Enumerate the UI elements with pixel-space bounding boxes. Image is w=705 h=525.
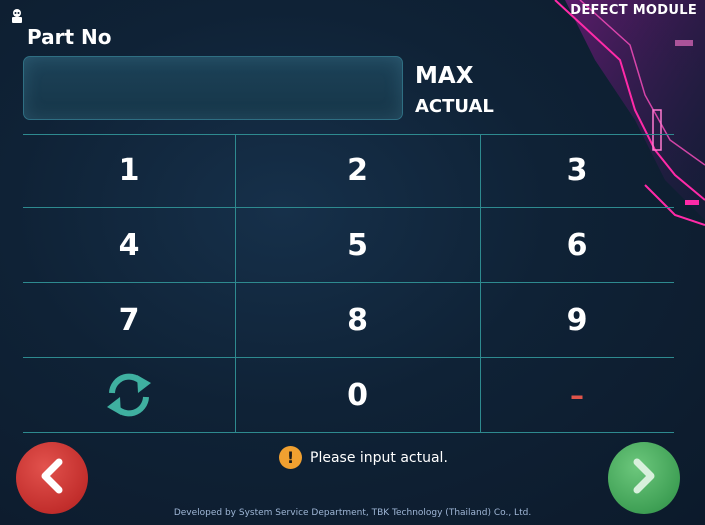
key-3[interactable]: 3 bbox=[480, 134, 674, 207]
part-no-input[interactable] bbox=[23, 56, 403, 120]
numeric-keypad: 1 2 3 4 5 6 7 8 9 0 – bbox=[23, 134, 674, 433]
module-title: DEFECT MODULE bbox=[570, 3, 697, 18]
key-8[interactable]: 8 bbox=[235, 283, 480, 357]
app-logo-icon bbox=[10, 8, 24, 24]
key-6[interactable]: 6 bbox=[480, 208, 674, 282]
key-2[interactable]: 2 bbox=[235, 134, 480, 207]
key-9[interactable]: 9 bbox=[480, 283, 674, 357]
keypad-divider bbox=[23, 432, 674, 433]
next-button[interactable] bbox=[608, 442, 680, 514]
refresh-icon bbox=[102, 371, 156, 419]
actual-label: ACTUAL bbox=[415, 96, 494, 117]
status-message: ! Please input actual. bbox=[279, 446, 448, 469]
chevron-right-icon bbox=[629, 458, 659, 498]
key-1[interactable]: 1 bbox=[23, 134, 235, 207]
back-button[interactable] bbox=[16, 442, 88, 514]
max-label: MAX bbox=[415, 63, 474, 89]
footer-credit: Developed by System Service Department, … bbox=[173, 508, 532, 518]
key-7[interactable]: 7 bbox=[23, 283, 235, 357]
status-text: Please input actual. bbox=[310, 449, 448, 466]
key-4[interactable]: 4 bbox=[23, 208, 235, 282]
minus-button[interactable]: – bbox=[480, 358, 674, 432]
warning-icon: ! bbox=[279, 446, 302, 469]
key-5[interactable]: 5 bbox=[235, 208, 480, 282]
part-no-label: Part No bbox=[27, 25, 112, 49]
key-0[interactable]: 0 bbox=[235, 358, 480, 432]
refresh-button[interactable] bbox=[23, 358, 235, 432]
chevron-left-icon bbox=[37, 458, 67, 498]
